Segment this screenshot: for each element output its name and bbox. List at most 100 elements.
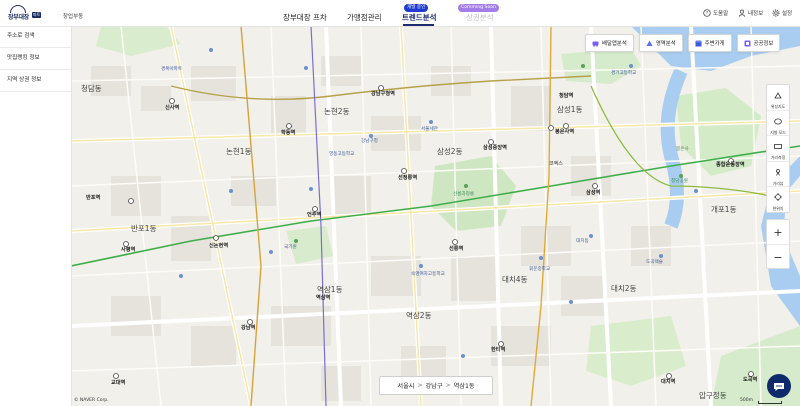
- top-bar: 장부대장 파트너 창업부동 장부대장 프차 가맹점관리 개발 중인 트렌드분석 …: [0, 0, 800, 27]
- map-area-label: 압구정동: [699, 391, 727, 400]
- zoom-out-button[interactable]: −: [767, 245, 789, 269]
- map-area-label: 논현2동: [324, 107, 350, 116]
- map-station-label: 청담역: [559, 93, 574, 99]
- public-info-button[interactable]: 공공정보: [736, 34, 781, 52]
- nav-franchise[interactable]: 장부대장 프차: [283, 12, 327, 23]
- user-icon: [738, 9, 746, 17]
- map-poi-label: 휘문중학교: [529, 267, 551, 272]
- location-breadcrumb: 서울시 > 강남구 > 역삼1동: [379, 376, 493, 395]
- satellite-map-button[interactable]: 위성지도: [767, 85, 789, 111]
- map-poi-label: 도곡렉슬: [646, 260, 663, 265]
- map-station-label: 역삼역: [316, 295, 331, 301]
- map-area-label: 삼성2동: [437, 147, 463, 156]
- chat-icon: [773, 377, 785, 396]
- map-station-label: 반포역: [86, 195, 101, 201]
- location-icon: [774, 186, 782, 205]
- current-location-button[interactable]: 현위치: [767, 187, 789, 212]
- map-poi-label: 강남구청: [361, 139, 378, 144]
- logo-badge: 파트너: [32, 12, 41, 23]
- map-canvas[interactable]: 삼성1동 삼성2동 논현1동 논현2동 개포1동 반포1동 역삼1동 역삼2동 …: [71, 26, 800, 406]
- terrain-mode-button[interactable]: 지형 모드: [767, 111, 789, 136]
- settings-label: 설정: [782, 11, 793, 17]
- street-view-button[interactable]: 거리뷰: [767, 161, 789, 187]
- map-copyright: © NAVER Corp.: [74, 398, 109, 403]
- map-station-label: 삼성역: [586, 190, 601, 196]
- area-icon: [646, 40, 653, 47]
- zoom-control: + −: [766, 219, 790, 269]
- breadcrumb-district[interactable]: 강남구: [425, 381, 442, 390]
- satellite-icon: [774, 84, 782, 103]
- public-info-icon: [744, 40, 751, 47]
- map-base: [71, 26, 800, 406]
- sidebar-item-address-search[interactable]: 주소로 검색: [0, 26, 71, 48]
- map-station-label: 강남역: [241, 325, 256, 331]
- ruler-icon: [774, 135, 782, 154]
- map-area-label: 대치4동: [502, 275, 528, 284]
- map-area-label: 논현1동: [226, 147, 252, 156]
- map-poi-label: 경기고등학교: [611, 71, 637, 76]
- delivery-analysis-label: 배달앱분석: [602, 41, 627, 47]
- nav-trend-badge: 개발 중인: [404, 4, 429, 12]
- breadcrumb-city[interactable]: 서울시: [397, 381, 414, 390]
- settings-link[interactable]: 설정: [772, 9, 792, 17]
- map-station-label: 신사역: [165, 105, 180, 111]
- sidebar: 주소로 검색 맛집랭킹 정보 지역 상권 정보: [0, 26, 72, 406]
- my-info-link[interactable]: 내정보: [738, 9, 763, 17]
- map-scale-label: 500m: [740, 398, 753, 403]
- map-area-label: 개포1동: [711, 205, 737, 214]
- map-station-label: 도곡역: [743, 377, 758, 383]
- area-analysis-button[interactable]: 영역분석: [638, 34, 683, 52]
- map-control-panel: 위성지도 지형 모드 거리측정 거리뷰 현위치: [766, 84, 790, 213]
- public-info-label: 공공정보: [753, 41, 774, 47]
- map-poi-label: 서울세관: [421, 127, 438, 132]
- map-station-label: 봉은사역: [555, 129, 575, 135]
- nav-commercial-analysis[interactable]: 상권분석: [466, 12, 494, 23]
- map-poi-label: 숙명여자고등학교: [411, 272, 445, 277]
- distance-measure-button[interactable]: 거리측정: [767, 136, 789, 162]
- help-link[interactable]: ? 도움말: [703, 9, 728, 17]
- map-poi-label: 국기원: [284, 245, 297, 250]
- map-scale-bar: [758, 401, 782, 404]
- map-area-label: 대치2동: [611, 284, 637, 293]
- map-station-label: 교대역: [111, 380, 126, 386]
- settings-icon: [772, 9, 780, 17]
- map-station-label: 사평역: [121, 247, 136, 253]
- map-station-label: 대치역: [661, 379, 676, 385]
- help-icon: ?: [703, 9, 711, 17]
- map-station-label: 강남구청역: [371, 91, 395, 97]
- map-area-label: 삼성1동: [557, 105, 583, 114]
- nav-trend-analysis[interactable]: 트렌드분석: [402, 12, 437, 23]
- breadcrumb-separator: >: [417, 382, 423, 389]
- map-area-label: 역삼2동: [406, 311, 432, 320]
- delivery-analysis-button[interactable]: 배달앱분석: [585, 34, 634, 52]
- nearby-stores-button[interactable]: 주변가게: [687, 34, 732, 52]
- map-area-label: 반포1동: [131, 224, 157, 233]
- map-poi-label: 봉은사: [676, 147, 689, 152]
- zoom-in-button[interactable]: +: [767, 220, 789, 245]
- map-station-label: 선정릉역: [398, 175, 418, 181]
- delivery-icon: [592, 40, 599, 47]
- store-icon: [694, 40, 702, 47]
- help-label: 도움말: [713, 11, 729, 17]
- map-poi-label: 경복아파트: [161, 67, 183, 72]
- map-station-label: 한티역: [491, 347, 506, 353]
- sub-label[interactable]: 창업부동: [63, 12, 83, 20]
- streetview-icon: [774, 161, 782, 180]
- current-location-label: 현위치: [772, 206, 784, 212]
- area-analysis-label: 영역분석: [655, 41, 676, 47]
- map-poi-label: 대치동: [576, 239, 589, 244]
- map-station-label: 신논현역: [209, 243, 229, 249]
- map-station-label: 선릉역: [449, 246, 464, 252]
- map-poi-label: 청담공원: [671, 179, 688, 184]
- breadcrumb-neighborhood[interactable]: 역삼1동: [454, 381, 475, 390]
- nav-store-management[interactable]: 가맹점관리: [347, 12, 382, 23]
- sidebar-item-district-info[interactable]: 지역 상권 정보: [0, 70, 71, 92]
- my-info-label: 내정보: [748, 11, 764, 17]
- map-poi-label: 영동고등학교: [329, 152, 355, 157]
- map-poi-label: 선릉과정릉: [453, 192, 475, 197]
- chat-button[interactable]: [767, 374, 791, 398]
- map-station-label: 종합운동장역: [716, 162, 745, 168]
- map-station-label: 언주역: [307, 212, 322, 218]
- sidebar-item-restaurant-ranking[interactable]: 맛집랭킹 정보: [0, 48, 71, 70]
- nav-active-indicator: [403, 24, 434, 26]
